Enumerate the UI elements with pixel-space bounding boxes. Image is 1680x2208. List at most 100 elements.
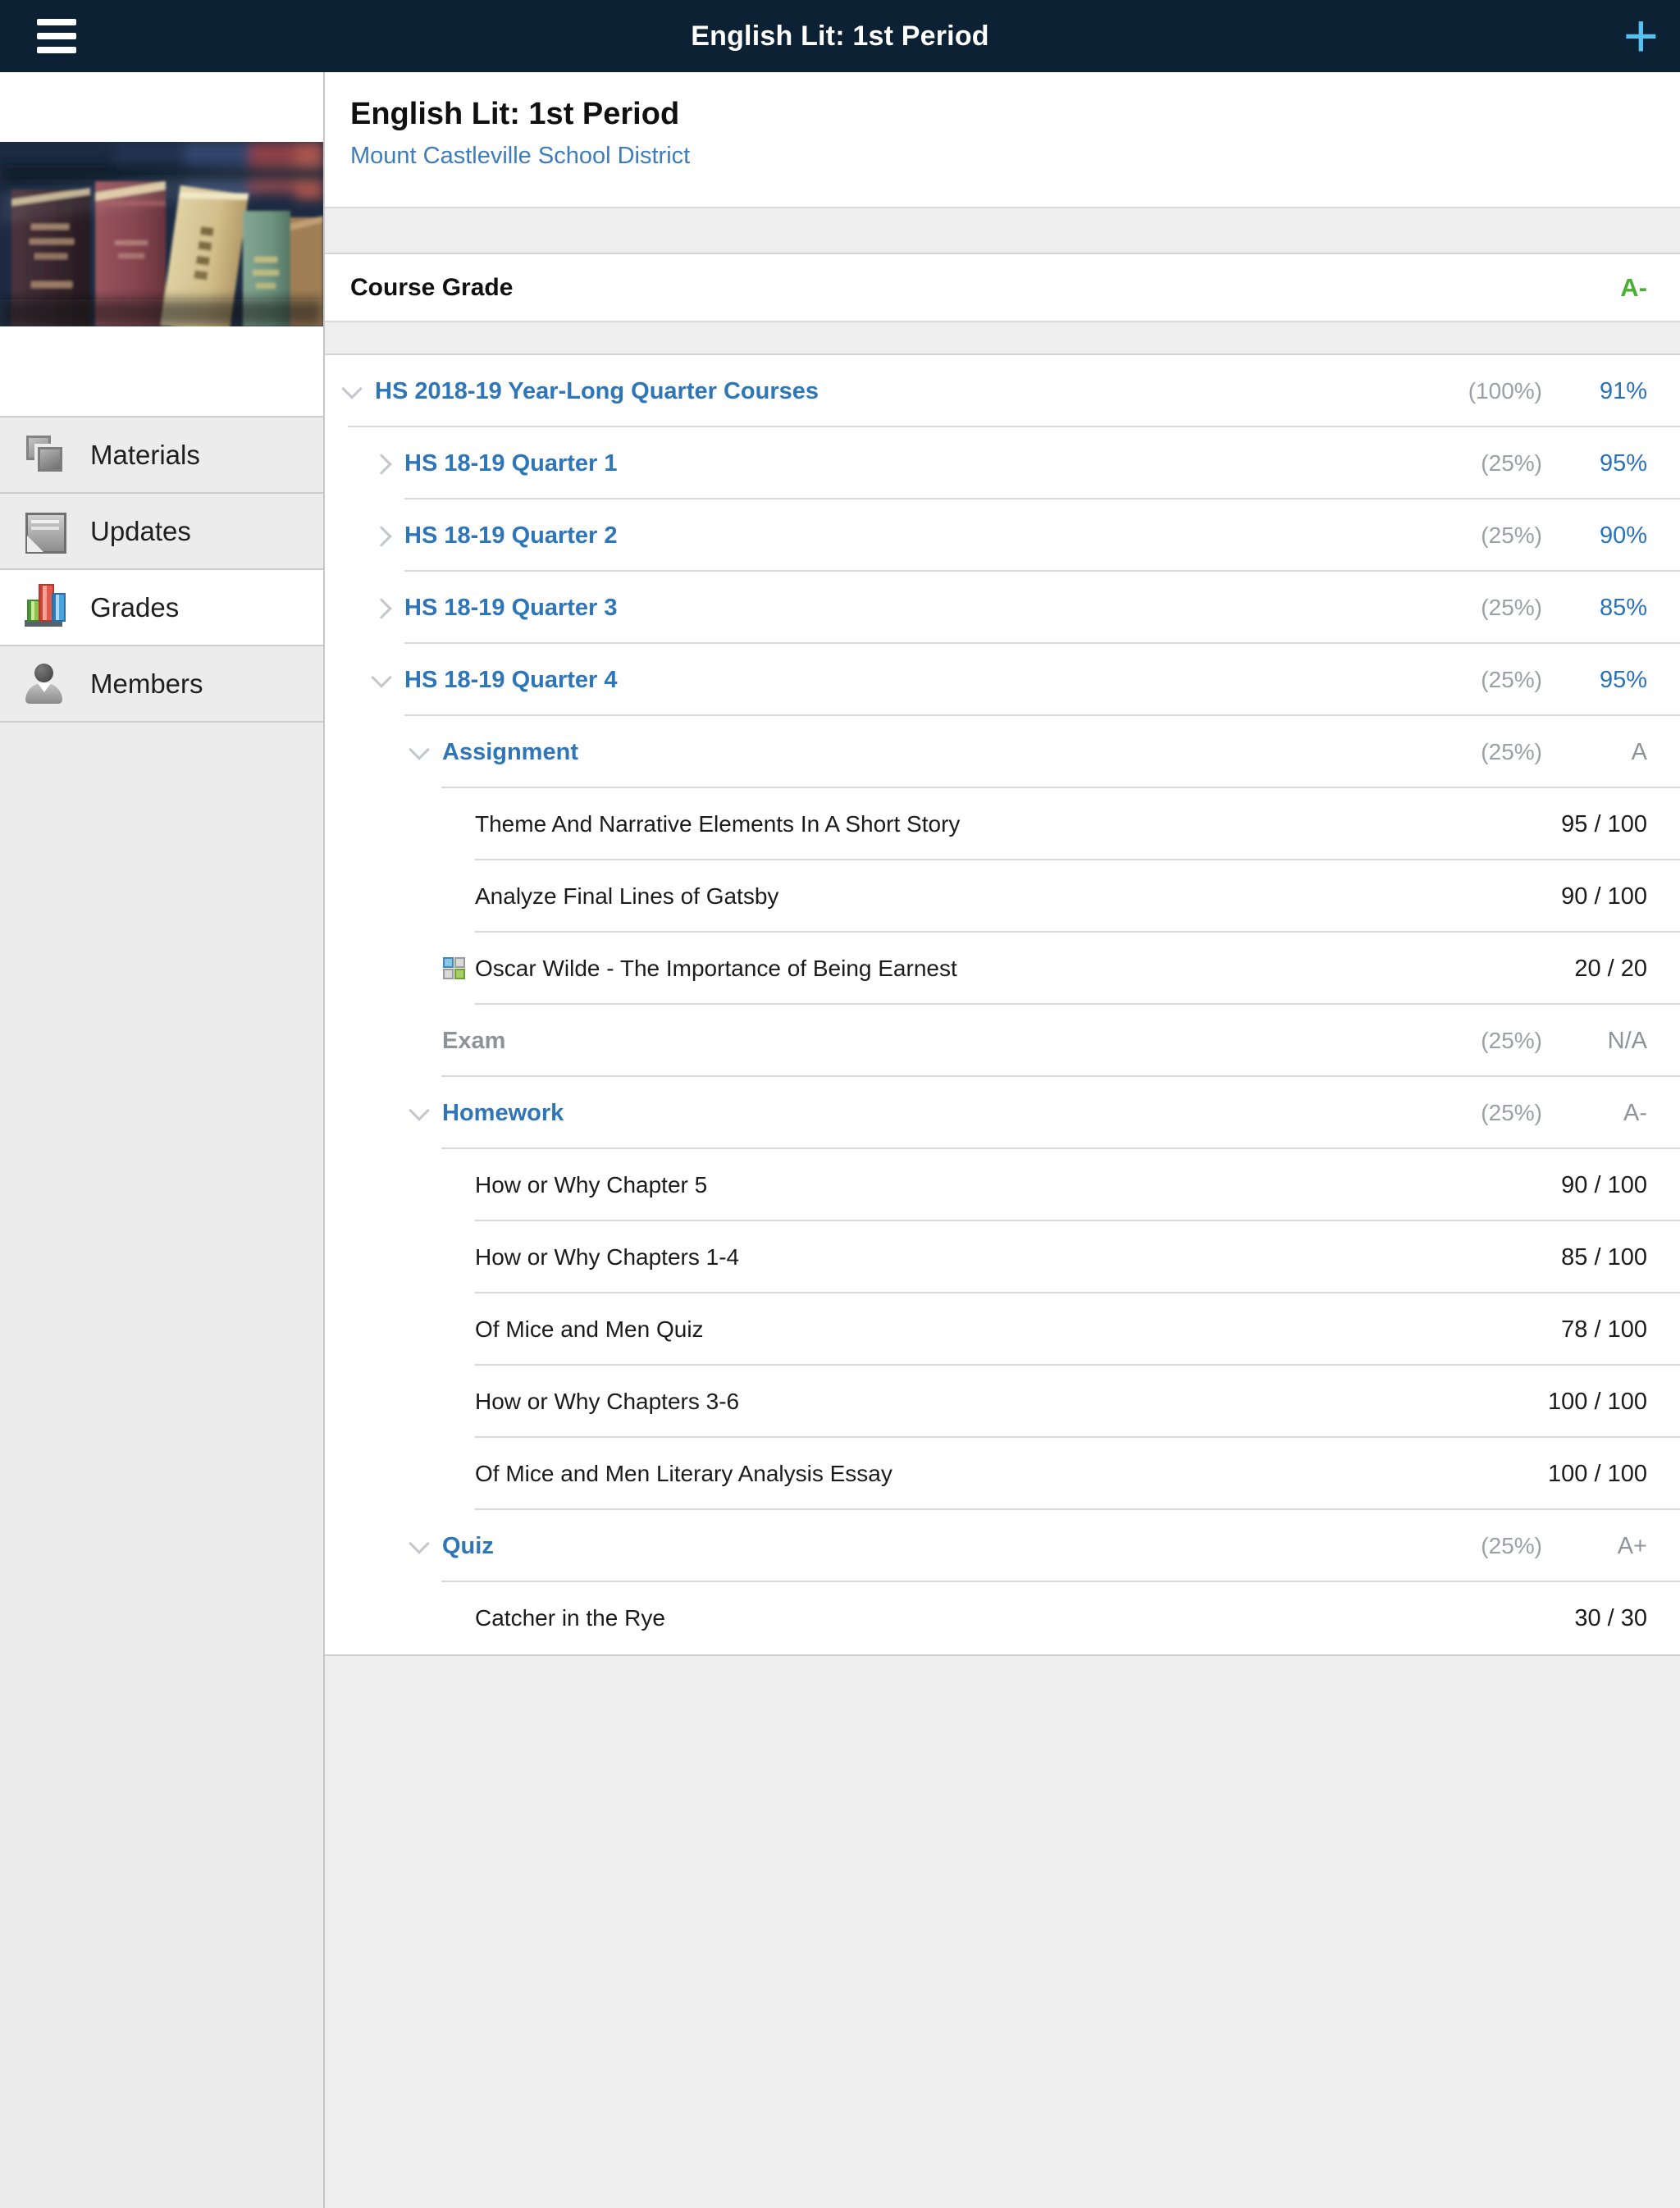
section-spacer [325, 207, 1680, 254]
course-header: English Lit: 1st Period Mount Castlevill… [325, 72, 1680, 207]
top-bar: English Lit: 1st Period + [0, 0, 1680, 72]
sidebar-item-label: Materials [90, 440, 200, 471]
grade-row-hs-18-19-quarter-4[interactable]: HS 18-19 Quarter 4(25%)95% [325, 644, 1680, 716]
row-grade: 95 / 100 [1542, 811, 1647, 838]
row-label: Homework [442, 1100, 1445, 1127]
grade-row-theme-and-narrative-elements-in-a-short-story[interactable]: Theme And Narrative Elements In A Short … [325, 788, 1680, 860]
row-weight: (100%) [1445, 378, 1542, 404]
row-weight: (25%) [1445, 1100, 1542, 1126]
row-grade: 90% [1542, 522, 1647, 550]
grade-row-homework[interactable]: Homework(25%)A- [325, 1077, 1680, 1149]
row-label: Quiz [442, 1533, 1445, 1560]
sidebar-item-label: Members [90, 668, 203, 700]
row-weight: (25%) [1445, 1028, 1542, 1054]
course-grade-row: Course Grade A- [325, 254, 1680, 321]
row-label: HS 2018-19 Year-Long Quarter Courses [375, 378, 1445, 405]
grade-row-of-mice-and-men-literary-analysis-essay[interactable]: Of Mice and Men Literary Analysis Essay 1… [325, 1438, 1680, 1510]
course-title: English Lit: 1st Period [350, 97, 679, 132]
main-content: English Lit: 1st Period Mount Castlevill… [325, 72, 1680, 2208]
row-weight: (25%) [1445, 1533, 1542, 1559]
row-weight: (25%) [1445, 450, 1542, 477]
row-label: HS 18-19 Quarter 4 [404, 667, 1445, 694]
chevron-down-icon [341, 378, 362, 399]
chevron-down-icon [409, 1533, 429, 1553]
grade-row-hs-18-19-quarter-1[interactable]: HS 18-19 Quarter 1(25%)95% [325, 427, 1680, 500]
row-label: Exam [442, 1028, 1445, 1055]
row-weight: (25%) [1445, 739, 1542, 765]
grade-row-oscar-wilde-the-importance-of-being-earnest[interactable]: Oscar Wilde - The Importance of Being Ea… [325, 933, 1680, 1005]
updates-icon-page [25, 513, 66, 554]
row-grade: A- [1542, 1100, 1647, 1127]
grade-row-catcher-in-the-rye[interactable]: Catcher in the Rye 30 / 30 [325, 1582, 1680, 1654]
row-grade: 78 / 100 [1542, 1316, 1647, 1344]
chevron-down-icon [371, 667, 391, 687]
gradebook-rows: HS 2018-19 Year-Long Quarter Courses(100… [325, 355, 1680, 1656]
grade-row-hs-2018-19-year-long-quarter-courses[interactable]: HS 2018-19 Year-Long Quarter Courses(100… [325, 355, 1680, 427]
row-grade: 85 / 100 [1542, 1244, 1647, 1271]
course-photo-books [0, 142, 323, 326]
sidebar: Materials Updates Grades Members [0, 72, 325, 2208]
sidebar-item-updates[interactable]: Updates [0, 492, 323, 568]
course-district-link[interactable]: Mount Castleville School District [350, 143, 690, 170]
course-grade-value: A- [1620, 273, 1647, 303]
grade-row-how-or-why-chapters-1-4[interactable]: How or Why Chapters 1-4 85 / 100 [325, 1221, 1680, 1293]
row-weight: (25%) [1445, 595, 1542, 621]
grade-row-hs-18-19-quarter-2[interactable]: HS 18-19 Quarter 2(25%)90% [325, 500, 1680, 572]
row-weight: (25%) [1445, 667, 1542, 693]
row-weight: (25%) [1445, 522, 1542, 549]
row-grade: 90 / 100 [1542, 883, 1647, 910]
row-label: How or Why Chapters 1-4 [475, 1244, 1445, 1271]
sidebar-item-grades[interactable]: Grades [0, 568, 323, 645]
row-grade: 100 / 100 [1542, 1461, 1647, 1488]
row-label: Of Mice and Men Literary Analysis Essay [475, 1461, 1445, 1487]
row-grade: N/A [1542, 1028, 1647, 1055]
row-label: Assignment [442, 739, 1445, 766]
row-label: How or Why Chapters 3-6 [475, 1389, 1445, 1415]
row-label: Analyze Final Lines of Gatsby [475, 883, 1445, 910]
grades-icon [22, 586, 66, 629]
course-grade-label: Course Grade [350, 274, 513, 302]
row-grade: 100 / 100 [1542, 1389, 1647, 1416]
row-label: HS 18-19 Quarter 1 [404, 450, 1445, 477]
row-label: Theme And Narrative Elements In A Short … [475, 811, 1445, 837]
row-grade: 95% [1542, 450, 1647, 477]
chevron-right-icon [371, 526, 391, 546]
chevron-down-icon [409, 1100, 429, 1120]
sidebar-item-members[interactable]: Members [0, 645, 323, 723]
row-label: Catcher in the Rye [475, 1605, 1445, 1631]
grade-row-how-or-why-chapters-3-6[interactable]: How or Why Chapters 3-6 100 / 100 [325, 1366, 1680, 1438]
row-grade: 91% [1542, 378, 1647, 405]
grade-row-hs-18-19-quarter-3[interactable]: HS 18-19 Quarter 3(25%)85% [325, 572, 1680, 644]
row-grade: 85% [1542, 595, 1647, 622]
row-label: Oscar Wilde - The Importance of Being Ea… [475, 956, 1445, 982]
sidebar-item-materials[interactable]: Materials [0, 416, 323, 492]
topbar-title: English Lit: 1st Period [0, 21, 1680, 52]
section-spacer [325, 321, 1680, 355]
sidebar-background [0, 714, 323, 2208]
grade-row-how-or-why-chapter-5[interactable]: How or Why Chapter 590 / 100 [325, 1149, 1680, 1221]
row-grade: 30 / 30 [1542, 1605, 1647, 1632]
row-label: Of Mice and Men Quiz [475, 1316, 1445, 1343]
row-grade: A [1542, 739, 1647, 766]
sidebar-item-label: Updates [90, 516, 191, 547]
chevron-right-icon [371, 454, 391, 474]
grade-row-of-mice-and-men-quiz[interactable]: Of Mice and Men Quiz 78 / 100 [325, 1293, 1680, 1366]
quiz-grid-icon [443, 957, 465, 979]
grade-row-analyze-final-lines-of-gatsby[interactable]: Analyze Final Lines of Gatsby 90 / 100 [325, 860, 1680, 933]
row-grade: 90 / 100 [1542, 1172, 1647, 1199]
row-label: HS 18-19 Quarter 3 [404, 595, 1445, 622]
plus-icon[interactable]: + [1623, 6, 1659, 66]
grade-row-assignment[interactable]: Assignment(25%)A [325, 716, 1680, 788]
row-grade: 20 / 20 [1542, 956, 1647, 983]
row-label: HS 18-19 Quarter 2 [404, 522, 1445, 550]
updates-icon [22, 509, 66, 553]
members-icon [22, 662, 66, 705]
sidebar-menu: Materials Updates Grades Members [0, 416, 323, 723]
grade-row-quiz[interactable]: Quiz(25%)A+ [325, 1510, 1680, 1582]
materials-icon-front [38, 447, 62, 472]
row-grade: 95% [1542, 667, 1647, 694]
chevron-right-icon [371, 598, 391, 618]
materials-icon [22, 433, 66, 477]
grade-row-exam[interactable]: Exam(25%)N/A [325, 1005, 1680, 1077]
row-grade: A+ [1542, 1533, 1647, 1560]
